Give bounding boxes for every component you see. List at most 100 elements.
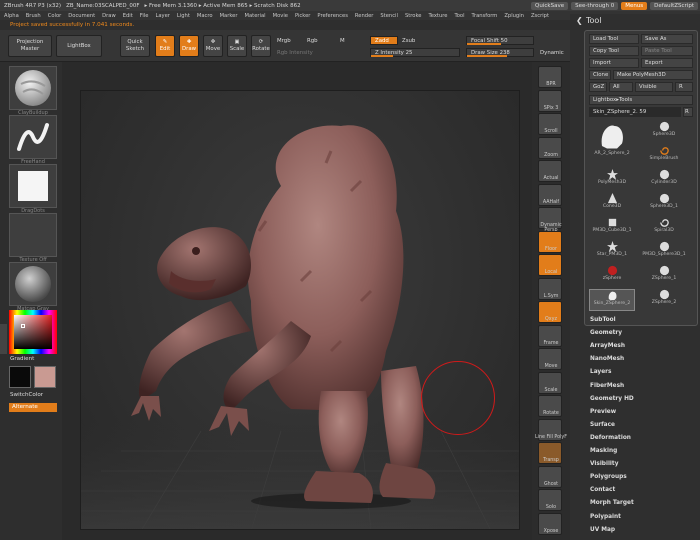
dynamic-toggle[interactable]: Dynamic: [540, 50, 564, 56]
menu-zscript[interactable]: Zscript: [531, 13, 549, 19]
menu-movie[interactable]: Movie: [273, 13, 288, 19]
menu-stencil[interactable]: Stencil: [380, 13, 398, 19]
alpha-selector[interactable]: [9, 164, 57, 208]
save-as-button[interactable]: Save As: [641, 34, 693, 44]
subpalette-visibility[interactable]: Visibility: [590, 461, 618, 467]
tool-thumb[interactable]: PM3D_Sphere3D_1: [641, 241, 687, 263]
menu-tool[interactable]: Tool: [454, 13, 464, 19]
m-toggle[interactable]: M: [340, 38, 345, 44]
lightbox-button[interactable]: LightBox: [56, 35, 102, 57]
clone-button[interactable]: Clone: [589, 70, 611, 80]
tool-thumb[interactable]: Skin_ZSphere_2: [589, 289, 635, 311]
tool-thumb[interactable]: Star_PM3D_1: [589, 241, 635, 263]
see-through-slider[interactable]: See-through 0: [571, 1, 619, 10]
tool-thumb[interactable]: AR_2_Sphere_2: [589, 121, 635, 167]
menu-preferences[interactable]: Preferences: [317, 13, 348, 19]
primary-color-swatch[interactable]: [9, 366, 31, 388]
tool-thumb[interactable]: Cone3D: [589, 193, 635, 215]
subpalette-nanomesh[interactable]: NanoMesh: [590, 356, 624, 362]
edit-button[interactable]: ✎ Edit: [155, 35, 175, 57]
color-picker[interactable]: [9, 310, 57, 354]
menu-light[interactable]: Light: [177, 13, 190, 19]
subpalette-fibermesh[interactable]: FiberMesh: [590, 383, 624, 389]
tool-palette-header[interactable]: ❮ Tool: [574, 14, 700, 28]
quick-sketch-button[interactable]: Quick Sketch: [120, 35, 150, 57]
menu-brush[interactable]: Brush: [26, 13, 41, 19]
menu-alpha[interactable]: Alpha: [4, 13, 19, 19]
subpalette-preview[interactable]: Preview: [590, 409, 616, 415]
draw-button[interactable]: ✚ Draw: [179, 35, 199, 57]
subpalette-geometry[interactable]: Geometry: [590, 330, 622, 336]
tool-thumb[interactable]: Cylinder3D: [641, 169, 687, 191]
menu-layer[interactable]: Layer: [155, 13, 169, 19]
rgb-toggle[interactable]: Rgb: [307, 38, 318, 44]
tool-thumb[interactable]: Sphere3D: [641, 121, 687, 143]
rgb-intensity-slider[interactable]: Rgb Intensity: [277, 50, 313, 56]
r-button[interactable]: R: [675, 82, 693, 92]
switch-color-button[interactable]: SwitchColor: [10, 392, 43, 398]
make-polymesh-button[interactable]: Make PolyMesh3D: [613, 70, 693, 80]
current-tool-r-button[interactable]: R: [683, 107, 693, 117]
focal-shift-slider[interactable]: Focal Shift 50: [466, 36, 534, 45]
menu-picker[interactable]: Picker: [295, 13, 310, 19]
quicksave-button[interactable]: QuickSave: [531, 1, 569, 10]
subpalette-polygroups[interactable]: Polygroups: [590, 474, 627, 480]
alternate-button[interactable]: Alternate: [9, 403, 57, 412]
menu-file[interactable]: File: [140, 13, 149, 19]
menu-render[interactable]: Render: [355, 13, 373, 19]
tool-thumb[interactable]: PolyMesh3D: [589, 169, 635, 191]
menu-edit[interactable]: Edit: [123, 13, 133, 19]
subpalette-layers[interactable]: Layers: [590, 369, 611, 375]
menu-zplugin[interactable]: Zplugin: [504, 13, 524, 19]
tool-thumb[interactable]: zSphere: [589, 265, 635, 287]
tool-thumb[interactable]: Sphere3D_1: [641, 193, 687, 215]
subpalette-surface[interactable]: Surface: [590, 422, 615, 428]
current-tool-slider[interactable]: Skin_ZSphere_2. 59: [589, 107, 681, 117]
subpalette-subtool[interactable]: SubTool: [590, 317, 616, 323]
zsub-toggle[interactable]: Zsub: [402, 38, 415, 44]
copy-tool-button[interactable]: Copy Tool: [589, 46, 639, 56]
menu-marker[interactable]: Marker: [220, 13, 238, 19]
material-selector[interactable]: [9, 262, 57, 306]
subpalette-morph-target[interactable]: Morph Target: [590, 500, 634, 506]
menu-color[interactable]: Color: [48, 13, 62, 19]
menus-button[interactable]: Menus: [621, 1, 648, 10]
mrgb-toggle[interactable]: Mrgb: [277, 38, 291, 44]
subpalette-deformation[interactable]: Deformation: [590, 435, 631, 441]
tool-thumb[interactable]: ZSphere_1: [641, 265, 687, 287]
menu-texture[interactable]: Texture: [428, 13, 447, 19]
goz-button[interactable]: GoZ: [589, 82, 607, 92]
brush-selector[interactable]: [9, 66, 57, 110]
menu-stroke[interactable]: Stroke: [405, 13, 422, 19]
draw-size-slider[interactable]: Draw Size 238: [466, 48, 534, 57]
export-button[interactable]: Export: [641, 58, 693, 68]
subpalette-contact[interactable]: Contact: [590, 487, 615, 493]
visible-button[interactable]: Visible: [635, 82, 673, 92]
subpalette-geometry-hd[interactable]: Geometry HD: [590, 396, 634, 402]
z-intensity-slider[interactable]: Z Intensity 25: [370, 48, 460, 57]
color-square[interactable]: [14, 315, 52, 349]
subpalette-arraymesh[interactable]: ArrayMesh: [590, 343, 625, 349]
lightbox-tools-button[interactable]: Lightbox▸Tools: [589, 95, 693, 105]
tool-thumb[interactable]: SimpleBrush: [641, 145, 687, 167]
move-button[interactable]: ✥ Move: [203, 35, 223, 57]
menu-macro[interactable]: Macro: [197, 13, 213, 19]
subpalette-masking[interactable]: Masking: [590, 448, 617, 454]
tool-thumb[interactable]: Spiral3D: [641, 217, 687, 239]
zadd-toggle[interactable]: Zadd: [370, 36, 398, 45]
menu-draw[interactable]: Draw: [102, 13, 116, 19]
texture-selector[interactable]: [9, 213, 57, 257]
tool-thumb[interactable]: ZSphere_2: [641, 289, 687, 311]
tool-thumb[interactable]: PM3D_Cube3D_1: [589, 217, 635, 239]
menu-transform[interactable]: Transform: [472, 13, 498, 19]
paste-tool-button[interactable]: Paste Tool: [641, 46, 693, 56]
scale-button[interactable]: ▣ Scale: [227, 35, 247, 57]
document-frame[interactable]: [80, 90, 520, 530]
left-tray-handle[interactable]: [0, 324, 7, 354]
default-zscript-button[interactable]: DefaultZScript: [650, 1, 698, 10]
import-button[interactable]: Import: [589, 58, 639, 68]
menu-document[interactable]: Document: [68, 13, 95, 19]
canvas-area[interactable]: [62, 62, 532, 540]
subpalette-polypaint[interactable]: Polypaint: [590, 514, 621, 520]
menu-material[interactable]: Material: [245, 13, 266, 19]
